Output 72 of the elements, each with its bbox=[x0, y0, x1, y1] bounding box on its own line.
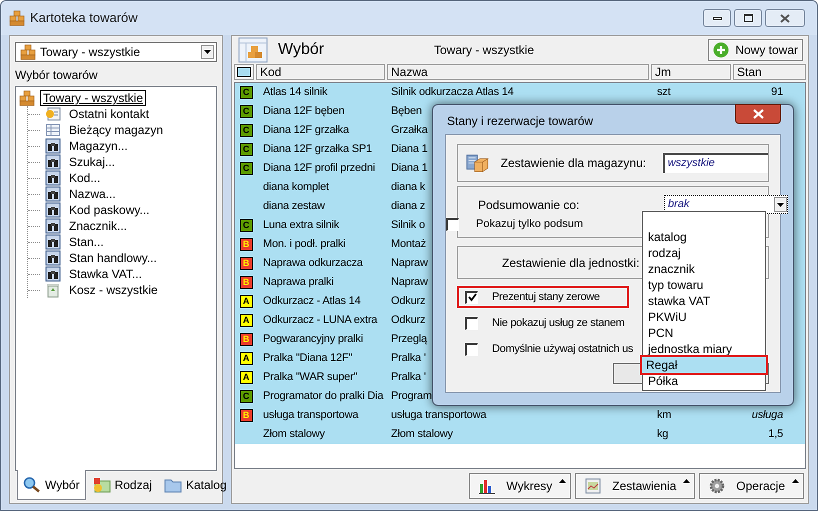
table-cell: diana k bbox=[391, 181, 426, 194]
table-cell: Odkurz bbox=[391, 314, 426, 326]
table-cell: Pralka ' bbox=[391, 352, 426, 364]
type-badge: C bbox=[240, 105, 252, 118]
type-badge: A bbox=[240, 314, 252, 327]
table-cell: Diana 12F grzałka bbox=[263, 124, 349, 136]
table-cell: Mon. i podł. pralki bbox=[263, 238, 346, 250]
table-cell: Odkurz bbox=[391, 295, 426, 308]
table-cell: Napraw bbox=[391, 257, 428, 270]
table-cell: km bbox=[657, 409, 672, 422]
section-label: Wybór towarów bbox=[15, 67, 99, 84]
table-cell: Pogwarancyjny pralki bbox=[263, 333, 363, 346]
table-cell: Pralka "Diana 12F" bbox=[263, 352, 352, 364]
type-badge: B bbox=[240, 238, 252, 251]
table-cell: usługa transportowa bbox=[263, 409, 358, 422]
field-label: Podsumowanie co: bbox=[478, 196, 580, 214]
table-cell: Przeglą bbox=[391, 333, 427, 346]
type-badge: C bbox=[240, 86, 252, 99]
table-cell: Diana 1 bbox=[391, 143, 428, 156]
table-cell: Złom stalowy bbox=[263, 428, 325, 440]
type-badge: B bbox=[240, 276, 252, 289]
table-cell: kg bbox=[657, 428, 668, 440]
table-cell: Pralka "WAR super" bbox=[263, 371, 358, 384]
table-cell: diana z bbox=[391, 200, 426, 212]
table-cell: Napraw bbox=[391, 276, 428, 288]
type-badge: A bbox=[240, 352, 252, 365]
type-badge: B bbox=[240, 409, 252, 422]
table-cell: Programator do pralki Dia bbox=[263, 390, 384, 402]
table-cell: Odkurzacz - LUNA extra bbox=[263, 314, 378, 326]
type-badge: B bbox=[240, 333, 252, 346]
table-cell: Złom stalowy bbox=[391, 428, 453, 440]
table-cell: Silnik odkurzacza Atlas 14 bbox=[391, 86, 514, 98]
table-cell: Luna extra silnik bbox=[263, 219, 340, 232]
table-cell: Naprawa pralki bbox=[263, 276, 334, 288]
table-cell: Naprawa odkurzacza bbox=[263, 257, 363, 270]
panel-subtitle: Towary - wszystkie bbox=[434, 42, 536, 59]
table-cell: Pralka ' bbox=[391, 371, 426, 384]
table-cell: Grzałka bbox=[391, 124, 428, 136]
panel-title: Wybór bbox=[278, 40, 326, 60]
type-badge: C bbox=[240, 390, 252, 403]
type-badge: C bbox=[240, 219, 252, 232]
table-cell-text: usługa bbox=[752, 408, 783, 424]
table-cell: Diana 12F bęben bbox=[263, 105, 344, 118]
field-label: Zestawienie dla magazynu: bbox=[500, 155, 648, 172]
table-cell: Montaż bbox=[391, 238, 426, 250]
table-cell: Diana 1 bbox=[391, 162, 428, 174]
table-cell: diana zestaw bbox=[263, 200, 325, 212]
table-cell: usługa transportowa bbox=[391, 409, 486, 422]
checkbox-label: Pokazuj tylko podsum bbox=[476, 217, 583, 232]
table-cell: Diana 12F profil przedni bbox=[263, 162, 375, 174]
type-badge: A bbox=[240, 371, 252, 384]
type-badge: A bbox=[240, 295, 252, 308]
table-cell-text: 91 bbox=[771, 85, 783, 100]
table-cell-text: 1,5 bbox=[768, 427, 783, 442]
table-cell: Silnik o bbox=[391, 219, 425, 232]
type-badge: C bbox=[240, 124, 252, 137]
table-cell: Bęben bbox=[391, 105, 422, 118]
type-badge: B bbox=[240, 257, 252, 270]
field-label: Zestawienie dla jednostki: bbox=[502, 254, 640, 272]
table-cell: Odkurzacz - Atlas 14 bbox=[263, 295, 360, 308]
table-cell: Program bbox=[391, 390, 432, 402]
window-title: Kartoteka towarów bbox=[30, 9, 138, 28]
checkbox-label: Prezentuj stany zerowe bbox=[492, 290, 600, 305]
checkbox-label: Nie pokazuj usług ze stanem bbox=[492, 316, 625, 331]
dialog-title: Stany i rezerwacje towarów bbox=[446, 112, 594, 130]
table-cell: Diana 12F grzałka SP1 bbox=[263, 143, 372, 156]
type-badge: C bbox=[240, 143, 252, 156]
table-cell: diana komplet bbox=[263, 181, 329, 194]
checkbox-label: Domyślnie używaj ostatnich us bbox=[492, 342, 634, 357]
table-cell: szt bbox=[657, 86, 670, 98]
table-cell: Atlas 14 silnik bbox=[263, 86, 328, 98]
type-badge: C bbox=[240, 162, 252, 175]
